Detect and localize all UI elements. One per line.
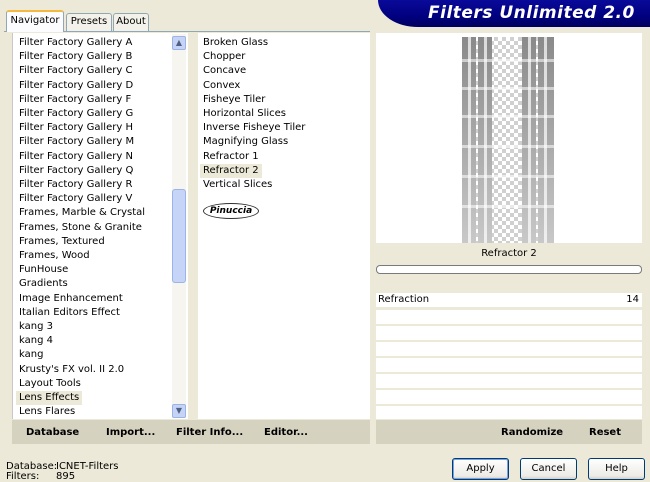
- filter-item[interactable]: Refractor 2: [200, 163, 262, 178]
- category-item[interactable]: Filter Factory Gallery F: [19, 93, 131, 107]
- category-item[interactable]: Filter Factory Gallery R: [19, 178, 132, 192]
- category-item[interactable]: Filter Factory Gallery H: [19, 121, 133, 135]
- param-row-empty: [376, 406, 642, 419]
- preview-panel: [376, 33, 642, 243]
- reset-button[interactable]: Reset: [589, 424, 621, 442]
- param-row-empty: [376, 342, 642, 356]
- category-item[interactable]: Italian Editors Effect: [19, 306, 120, 320]
- apply-button[interactable]: Apply: [452, 458, 509, 480]
- category-item[interactable]: Filter Factory Gallery N: [19, 150, 133, 164]
- param-row-empty: [376, 326, 642, 340]
- category-item[interactable]: FunHouse: [19, 263, 68, 277]
- import-button[interactable]: Import...: [106, 424, 155, 442]
- scroll-thumb[interactable]: [172, 189, 186, 283]
- tab-navigator[interactable]: Navigator: [6, 10, 64, 32]
- category-item[interactable]: Frames, Wood: [19, 249, 90, 263]
- help-button[interactable]: Help: [588, 458, 645, 480]
- tab-presets[interactable]: Presets: [66, 13, 112, 31]
- category-list[interactable]: Filter Factory Gallery A Filter Factory G…: [12, 33, 188, 419]
- database-button[interactable]: Database: [26, 424, 79, 442]
- category-item[interactable]: Filter Factory Gallery A: [19, 36, 132, 50]
- progress-bar: [376, 265, 642, 274]
- scroll-up-icon[interactable]: ▲: [172, 36, 186, 50]
- filter-item[interactable]: Horizontal Slices: [203, 107, 286, 121]
- filter-item[interactable]: Inverse Fisheye Tiler: [203, 121, 305, 135]
- preview-filter-name: Refractor 2: [481, 248, 537, 259]
- category-item[interactable]: Frames, Textured: [19, 235, 105, 249]
- param-row-empty: [376, 358, 642, 372]
- filter-item[interactable]: Convex: [203, 79, 240, 93]
- param-row-refraction[interactable]: Refraction 14: [376, 293, 642, 307]
- category-item[interactable]: Filter Factory Gallery C: [19, 64, 132, 78]
- param-row-empty: [376, 310, 642, 324]
- filter-item[interactable]: Fisheye Tiler: [203, 93, 265, 107]
- category-item[interactable]: Krusty's FX vol. II 2.0: [19, 363, 124, 377]
- param-label: Refraction: [378, 294, 430, 305]
- param-row-empty: [376, 390, 642, 404]
- status-filters-value: 895: [56, 471, 76, 482]
- cancel-button[interactable]: Cancel: [520, 458, 577, 480]
- filter-item[interactable]: Chopper: [203, 50, 245, 64]
- author-badge: Pinuccia: [203, 203, 259, 219]
- filter-item[interactable]: Broken Glass: [203, 36, 268, 50]
- filter-item[interactable]: Concave: [203, 64, 246, 78]
- category-item[interactable]: Filter Factory Gallery D: [19, 79, 133, 93]
- category-item[interactable]: Filter Factory Gallery V: [19, 192, 132, 206]
- category-item[interactable]: Frames, Stone & Granite: [19, 221, 142, 235]
- filter-item[interactable]: Refractor 1: [203, 150, 259, 164]
- category-item[interactable]: kang 4: [19, 334, 53, 348]
- category-item[interactable]: Image Enhancement: [19, 292, 123, 306]
- category-item[interactable]: Filter Factory Gallery M: [19, 135, 134, 149]
- randomize-button[interactable]: Randomize: [501, 424, 563, 442]
- status-filters-label: Filters:: [6, 471, 40, 482]
- status-filters: Filters: 895: [6, 471, 75, 482]
- category-item[interactable]: Layout Tools: [19, 377, 81, 391]
- category-item[interactable]: Filter Factory Gallery Q: [19, 164, 133, 178]
- filter-item[interactable]: Magnifying Glass: [203, 135, 288, 149]
- filter-info-button[interactable]: Filter Info...: [176, 424, 243, 442]
- category-item[interactable]: Lens Effects: [16, 391, 83, 405]
- category-item[interactable]: Frames, Marble & Crystal: [19, 206, 145, 220]
- filter-list[interactable]: Broken Glass Chopper Concave Convex Fisheye …: [198, 33, 370, 419]
- filter-item[interactable]: Vertical Slices: [203, 178, 272, 192]
- category-item[interactable]: Filter Factory Gallery G: [19, 107, 133, 121]
- tab-about[interactable]: About: [113, 13, 149, 31]
- preview-image: [462, 37, 554, 243]
- scroll-down-icon[interactable]: ▼: [172, 404, 186, 418]
- app-banner-title: Filters Unlimited 2.0: [378, 0, 650, 27]
- param-value: 14: [626, 294, 639, 305]
- category-item[interactable]: Filter Factory Gallery B: [19, 50, 132, 64]
- category-item[interactable]: Gradients: [19, 277, 68, 291]
- param-row-empty: [376, 374, 642, 388]
- editor-button[interactable]: Editor...: [264, 424, 308, 442]
- category-item[interactable]: Lens Flares: [19, 405, 75, 419]
- category-item[interactable]: kang 3: [19, 320, 53, 334]
- category-item[interactable]: kang: [19, 348, 43, 362]
